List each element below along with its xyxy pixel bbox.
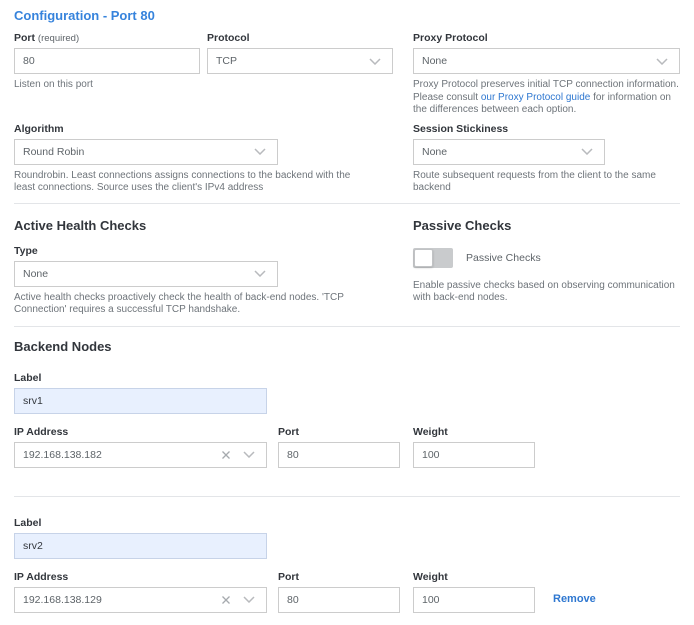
algorithm-helper: Roundrobin. Least connections assigns co… [14,170,359,195]
node-0-weight-input[interactable] [413,442,535,468]
row-algorithm-stickiness: Algorithm Round Robin Roundrobin. Least … [14,123,680,195]
node-0-port-input[interactable] [278,442,400,468]
port-helper: Listen on this port [14,79,200,92]
nodebalancer-config-panel: Configuration - Port 80 Port (required) … [0,0,694,625]
active-health-checks-section: Active Health Checks Type None Active he… [14,218,359,317]
toggle-knob-icon [414,249,433,267]
proxy-protocol-select[interactable]: None [413,48,680,74]
algorithm-select[interactable]: Round Robin [14,139,278,165]
clear-icon[interactable] [218,450,234,460]
node-1-port-field: Port [278,571,400,613]
node-0-label-input[interactable] [14,388,267,414]
ip-address-label: IP Address [14,571,267,584]
proxy-protocol-guide-link[interactable]: our Proxy Protocol guide [481,92,591,103]
backend-nodes-heading: Backend Nodes [14,339,680,355]
session-stickiness-select[interactable]: None [413,139,605,165]
node-port-label: Port [278,571,400,584]
protocol-select[interactable]: TCP [207,48,393,74]
passive-checks-helper: Enable passive checks based on observing… [413,280,680,305]
chevron-down-icon [653,58,671,65]
chevron-down-icon [366,58,384,65]
session-stickiness-helper: Route subsequent requests from the clien… [413,170,680,195]
node-1-remove-wrap: Remove [553,589,596,613]
page-title: Configuration - Port 80 [14,8,680,23]
protocol-label: Protocol [207,32,393,45]
chevron-down-icon [578,148,596,155]
node-1-address-row: IP Address 192.168.138.129 Port Weight [14,571,680,613]
node-weight-label: Weight [413,571,535,584]
backend-node-0: Label IP Address 192.168.138.182 Port [14,372,680,468]
node-label-label: Label [14,372,680,385]
node-1-port-input[interactable] [278,587,400,613]
ip-address-label: IP Address [14,426,267,439]
passive-checks-toggle-row: Passive Checks [413,248,680,268]
node-0-port-field: Port [278,426,400,468]
proxy-protocol-helper: Proxy Protocol preserves initial TCP con… [413,79,680,117]
protocol-field: Protocol TCP [207,32,393,74]
node-weight-label: Weight [413,426,535,439]
chevron-down-icon[interactable] [240,596,258,603]
proxy-protocol-label: Proxy Protocol [413,32,680,45]
chevron-down-icon[interactable] [240,451,258,458]
algorithm-field: Algorithm Round Robin Roundrobin. Least … [14,123,359,195]
active-health-checks-heading: Active Health Checks [14,218,359,234]
remove-node-button[interactable]: Remove [553,593,596,605]
node-0-ip-field: IP Address 192.168.138.182 [14,426,267,468]
node-0-address-row: IP Address 192.168.138.182 Port Weight [14,426,680,468]
node-0-ip-combobox[interactable]: 192.168.138.182 [14,442,267,468]
chevron-down-icon [251,270,269,277]
passive-checks-toggle-label: Passive Checks [466,252,541,264]
proxy-protocol-field: Proxy Protocol None Proxy Protocol prese… [413,32,680,117]
passive-checks-heading: Passive Checks [413,218,680,234]
session-stickiness-label: Session Stickiness [413,123,680,136]
node-label-label: Label [14,517,680,530]
node-1-weight-input[interactable] [413,587,535,613]
row-health-checks: Active Health Checks Type None Active he… [14,218,680,317]
port-label: Port (required) [14,32,200,45]
session-stickiness-field: Session Stickiness None Route subsequent… [413,123,680,195]
node-1-ip-combobox[interactable]: 192.168.138.129 [14,587,267,613]
node-port-label: Port [278,426,400,439]
divider [14,326,680,327]
node-1-ip-field: IP Address 192.168.138.129 [14,571,267,613]
divider [14,496,680,497]
required-suffix: (required) [38,33,79,44]
node-0-weight-field: Weight [413,426,535,468]
algorithm-label: Algorithm [14,123,359,136]
backend-node-1: Label IP Address 192.168.138.129 Port [14,517,680,613]
passive-checks-toggle[interactable] [413,248,453,268]
passive-checks-section: Passive Checks Passive Checks Enable pas… [413,218,680,305]
clear-icon[interactable] [218,595,234,605]
chevron-down-icon [251,148,269,155]
health-check-type-select[interactable]: None [14,261,278,287]
health-check-type-label: Type [14,245,359,258]
active-health-checks-helper: Active health checks proactively check t… [14,292,359,317]
node-1-weight-field: Weight [413,571,535,613]
divider [14,203,680,204]
port-field: Port (required) Listen on this port [14,32,200,92]
row-port-protocol: Port (required) Listen on this port Prot… [14,32,680,117]
port-input[interactable] [14,48,200,74]
node-1-label-input[interactable] [14,533,267,559]
